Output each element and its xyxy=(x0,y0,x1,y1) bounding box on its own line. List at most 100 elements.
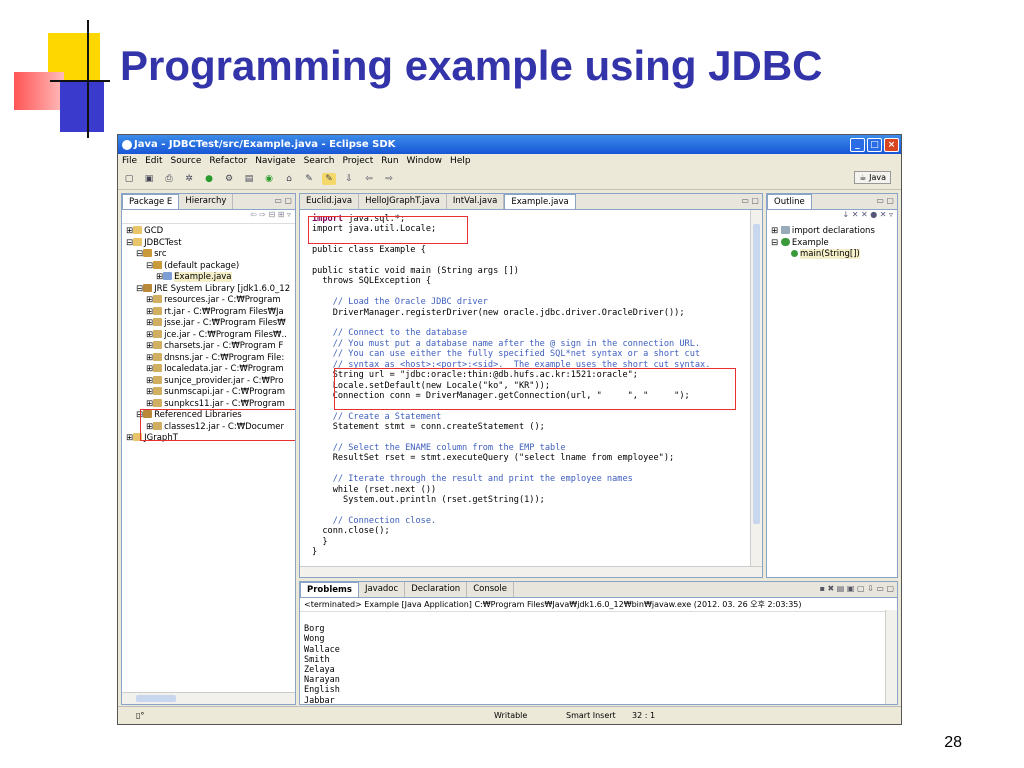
menu-window[interactable]: Window xyxy=(407,156,443,166)
import-icon xyxy=(780,226,790,234)
tab-intval[interactable]: IntVal.java xyxy=(447,194,505,209)
status-position: 32 : 1 xyxy=(632,711,656,720)
outline-item[interactable]: ⊞ import declarations xyxy=(771,226,893,238)
window-title: Java - JDBCTest/src/Example.java - Eclip… xyxy=(134,139,396,150)
tree-item[interactable]: ⊟ src xyxy=(126,249,291,261)
annotation-icon[interactable]: ✎ xyxy=(322,172,336,185)
view-minmax-icon[interactable]: ▭ ▢ xyxy=(741,196,759,205)
code-line: DriverManager.registerDriver(new oracle.… xyxy=(332,307,685,318)
forward-icon[interactable]: ⇨ xyxy=(382,173,396,185)
highlight-imports xyxy=(308,216,468,244)
project-icon xyxy=(133,237,143,246)
code-line: conn.close(); xyxy=(322,526,390,537)
tree-item[interactable]: ⊞ dnsns.jar - C:₩Program File: xyxy=(126,352,291,365)
tree-item[interactable]: ⊟ JRE System Library [jdk1.6.0_12 xyxy=(126,283,291,296)
tab-hellojgrapht[interactable]: HelloJGraphT.java xyxy=(359,194,447,209)
console-line: English xyxy=(304,685,340,696)
editor-hscroll[interactable] xyxy=(300,566,762,577)
maximize-button[interactable]: □ xyxy=(867,137,882,152)
workbench: Package E Hierarchy ▭ ▢ ⇦ ⇨ ⊟ ⊞ ▿ ⊞ GCD ⊟… xyxy=(118,192,901,706)
tab-outline[interactable]: Outline xyxy=(767,194,812,209)
menu-help[interactable]: Help xyxy=(450,156,471,166)
menu-project[interactable]: Project xyxy=(342,156,373,166)
code-line: // You can use either the fully specifie… xyxy=(332,349,701,360)
tree-item[interactable]: ⊟ (default package) xyxy=(126,260,291,273)
tree-item[interactable]: ⊞ Example.java xyxy=(126,272,291,284)
tree-item[interactable]: ⊞ sunmscapi.jar - C:₩Program xyxy=(126,387,291,399)
view-minmax-icon[interactable]: ▭ ▢ xyxy=(876,196,894,205)
tab-console[interactable]: Console xyxy=(467,582,514,597)
jar-icon xyxy=(153,398,163,407)
print-icon[interactable]: ⎙ xyxy=(162,173,176,185)
editor-vscroll[interactable] xyxy=(750,210,762,567)
menu-source[interactable]: Source xyxy=(171,156,202,166)
jar-icon xyxy=(153,352,163,361)
next-annotation-icon[interactable]: ⇩ xyxy=(342,173,356,185)
minimize-button[interactable]: _ xyxy=(850,137,865,152)
console-line: Jabbar xyxy=(304,695,335,705)
external-tools-icon[interactable]: ⚙ xyxy=(222,173,236,185)
outline-item[interactable]: main(String[]) xyxy=(771,249,893,261)
menu-edit[interactable]: Edit xyxy=(145,156,162,166)
code-line: ResultSet rset = stmt.executeQuery ("sel… xyxy=(332,453,675,464)
close-button[interactable]: × xyxy=(884,137,899,152)
tree-item[interactable]: ⊞ sunjce_provider.jar - C:₩Pro xyxy=(126,375,291,388)
view-minmax-icon[interactable]: ▭ ▢ xyxy=(274,196,292,205)
highlight-connection xyxy=(334,368,736,410)
status-insert-mode: Smart Insert xyxy=(566,711,616,720)
console-vscroll[interactable] xyxy=(885,610,897,704)
new-package-icon[interactable]: ▤ xyxy=(242,173,256,185)
tree-item[interactable]: ⊞ resources.jar - C:₩Program xyxy=(126,295,291,307)
console-toolbar-icons[interactable]: ▪ ✖ ▤ ▣ ▢ ⇩ ▭ ▢ xyxy=(820,584,894,593)
eclipse-window: Java - JDBCTest/src/Example.java - Eclip… xyxy=(117,134,902,725)
tab-example[interactable]: Example.java xyxy=(504,194,576,209)
tab-declaration[interactable]: Declaration xyxy=(405,582,468,597)
menu-navigate[interactable]: Navigate xyxy=(255,156,295,166)
bottom-tabs: Problems Javadoc Declaration Console ▪ ✖… xyxy=(300,582,897,598)
debug-icon[interactable]: ✲ xyxy=(182,173,196,185)
explorer-hscroll[interactable] xyxy=(122,692,295,704)
explorer-tabs: Package E Hierarchy ▭ ▢ xyxy=(122,194,295,210)
tab-hierarchy[interactable]: Hierarchy xyxy=(179,194,234,209)
main-toolbar: ▢ ▣ ⎙ ✲ ● ⚙ ▤ ◉ ⌂ ✎ ✎ ⇩ ⇦ ⇨ ☕ Java xyxy=(118,168,901,190)
new-icon[interactable]: ▢ xyxy=(122,173,136,185)
deco-hline xyxy=(50,80,110,82)
editor-tabs: Euclid.java HelloJGraphT.java IntVal.jav… xyxy=(300,194,762,210)
menu-file[interactable]: File xyxy=(122,156,137,166)
tree-item[interactable]: ⊞ jsse.jar - C:₩Program Files₩ xyxy=(126,318,291,330)
terminated-label: <terminated> Example [Java Application] … xyxy=(300,598,897,612)
menu-refactor[interactable]: Refactor xyxy=(209,156,247,166)
tree-item[interactable]: ⊞ charsets.jar - C:₩Program F xyxy=(126,341,291,353)
jar-icon xyxy=(153,375,163,384)
package-explorer: Package E Hierarchy ▭ ▢ ⇦ ⇨ ⊟ ⊞ ▿ ⊞ GCD ⊟… xyxy=(121,193,296,705)
jar-icon xyxy=(153,387,163,395)
search-icon[interactable]: ✎ xyxy=(302,173,316,185)
code-line: // Create a Statement xyxy=(332,411,442,422)
tab-euclid[interactable]: Euclid.java xyxy=(300,194,360,209)
tree-item[interactable]: ⊞ rt.jar - C:₩Program Files₩Ja xyxy=(126,306,291,319)
code-line: System.out.println (rset.getString(1)); xyxy=(343,494,545,505)
tab-problems[interactable]: Problems xyxy=(300,582,359,597)
code-line: // Select the ENAME column from the EMP … xyxy=(332,442,566,453)
menu-run[interactable]: Run xyxy=(381,156,398,166)
slide-title: Programming example using JDBC xyxy=(120,42,823,89)
console-line: Smith xyxy=(304,654,330,665)
outline-item[interactable]: ⊟ Example xyxy=(771,237,893,250)
tab-javadoc[interactable]: Javadoc xyxy=(359,582,406,597)
console-line: Wong xyxy=(304,634,325,645)
tree-item[interactable]: ⊞ GCD xyxy=(126,226,291,238)
menu-search[interactable]: Search xyxy=(304,156,335,166)
tab-package-explorer[interactable]: Package E xyxy=(122,194,180,209)
back-icon[interactable]: ⇦ xyxy=(362,173,376,185)
tree-item[interactable]: ⊟ JDBCTest xyxy=(126,237,291,250)
java-perspective-button[interactable]: ☕ Java xyxy=(854,171,891,184)
run-icon[interactable]: ● xyxy=(202,173,216,185)
tree-item[interactable]: ⊞ localedata.jar - C:₩Program xyxy=(126,364,291,376)
new-class-icon[interactable]: ◉ xyxy=(262,173,276,185)
outline-toolbar: ↓ ✕ ✕ ● ✕ ▿ xyxy=(842,210,893,219)
code-line: // Connection close. xyxy=(332,515,437,526)
tree-item[interactable]: ⊞ jce.jar - C:₩Program Files₩.. xyxy=(126,329,291,342)
console-line: Zelaya xyxy=(304,665,335,676)
open-type-icon[interactable]: ⌂ xyxy=(282,173,296,185)
save-icon[interactable]: ▣ xyxy=(142,173,156,185)
